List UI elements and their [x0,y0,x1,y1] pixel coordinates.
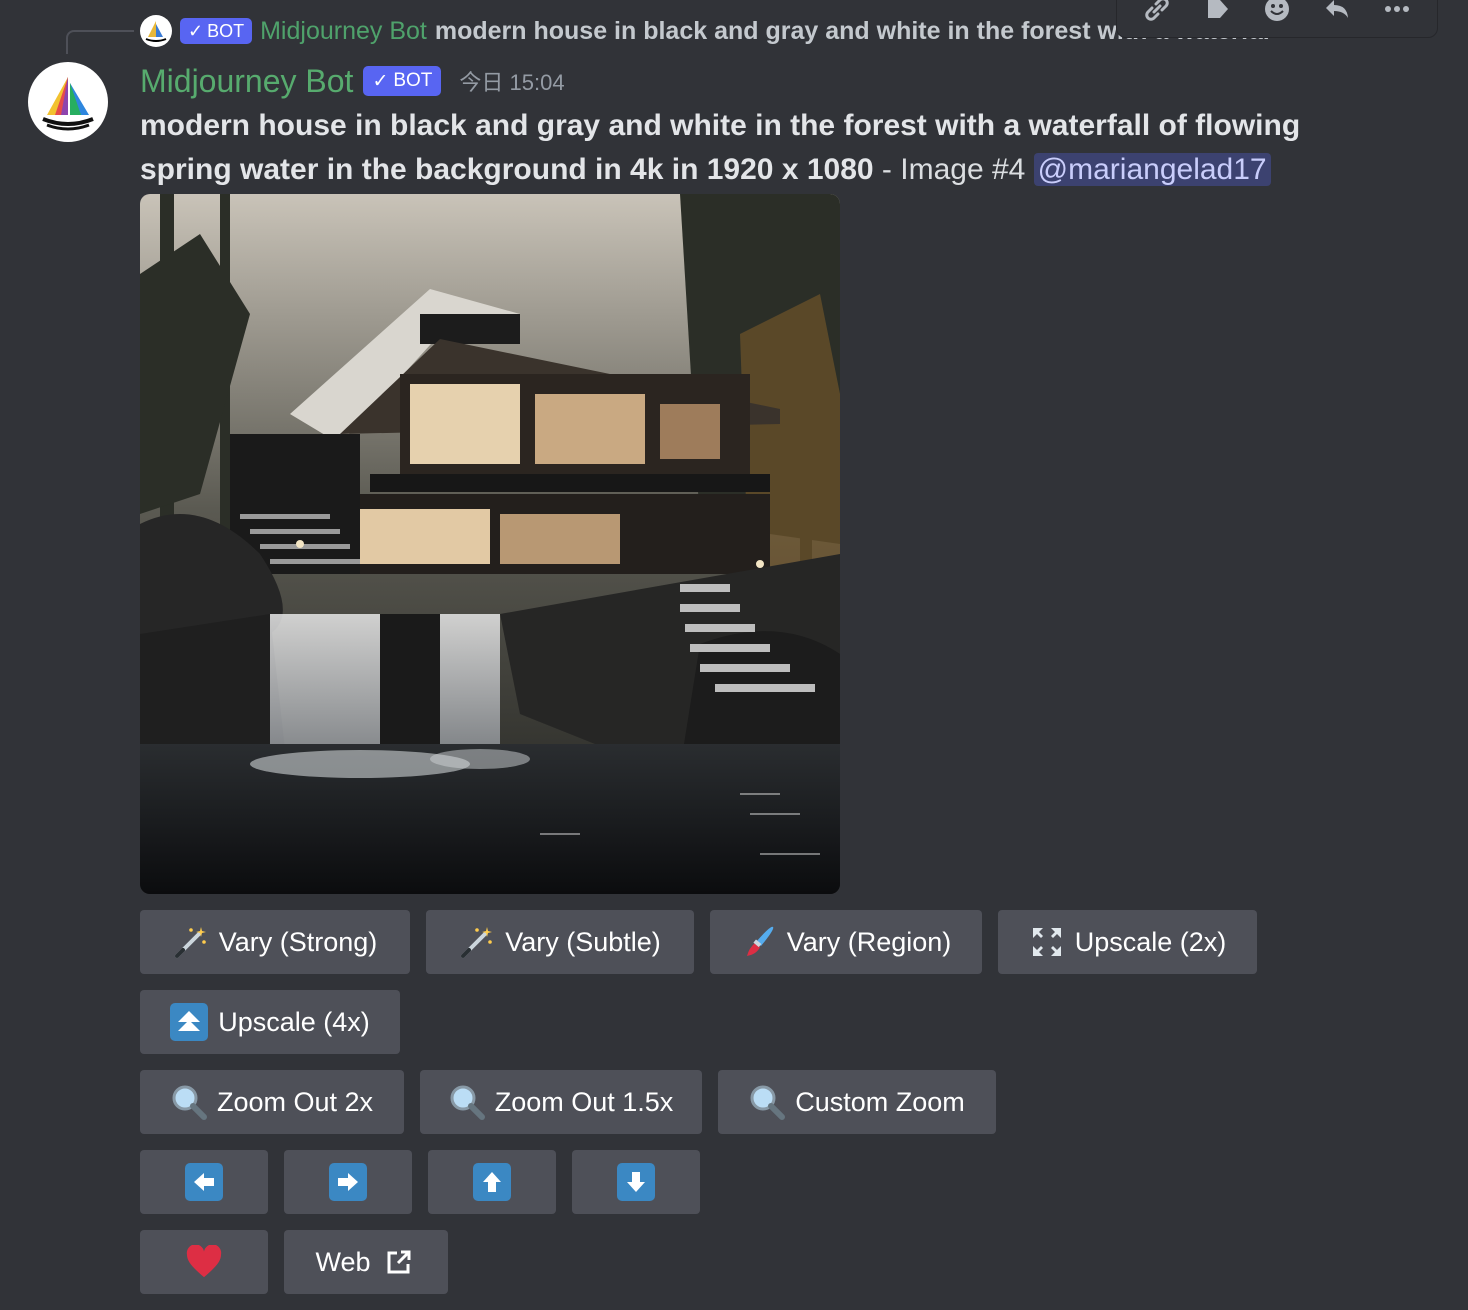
zoom-out-2x-label: Zoom Out 2x [216,1086,374,1117]
magic-wand-icon [173,924,209,960]
upscale-4x-label: Upscale (4x) [218,1006,370,1037]
message-content: modern house in black and gray and white… [140,104,1320,192]
user-mention[interactable]: @mariangelad17 [1033,153,1271,186]
author-avatar[interactable] [28,62,108,142]
bot-label: BOT [393,70,433,91]
magnifier-icon [449,1084,485,1120]
magic-wand-icon [459,924,495,960]
more-icon[interactable] [1377,0,1417,29]
custom-zoom-button[interactable]: Custom Zoom [718,1070,996,1134]
reply-connector [66,30,134,54]
left-arrow-icon [185,1163,223,1201]
bot-tag: ✓ BOT [363,66,442,96]
vary-subtle-button[interactable]: Vary (Subtle) [426,910,694,974]
timestamp[interactable]: 今日 15:04 [459,65,564,97]
reply-bot-tag: ✓ BOT [180,18,253,44]
vary-strong-label: Vary (Strong) [218,926,378,957]
magnifier-icon [749,1084,786,1120]
favorite-button[interactable] [140,1230,268,1294]
message-toolbar [1116,0,1438,38]
reply-author[interactable]: Midjourney Bot [260,17,427,46]
message-header: Midjourney Bot ✓ BOT 今日 15:04 [140,60,565,102]
zoom-out-1-5x-label: Zoom Out 1.5x [494,1086,674,1117]
upscale-4x-button[interactable]: Upscale (4x) [140,990,400,1054]
pan-right-button[interactable] [284,1150,412,1214]
up-arrow-icon [473,1163,511,1201]
paintbrush-icon [741,924,777,960]
expand-arrows-icon [1029,924,1065,960]
author-name[interactable]: Midjourney Bot [140,63,353,100]
down-arrow-icon [617,1163,655,1201]
external-link-icon [381,1244,417,1280]
zoom-out-1-5x-button[interactable]: Zoom Out 1.5x [420,1070,702,1134]
custom-zoom-label: Custom Zoom [795,1086,965,1117]
pan-up-button[interactable] [428,1150,556,1214]
reply-avatar [140,15,172,47]
pan-down-button[interactable] [572,1150,700,1214]
link-icon[interactable] [1137,0,1177,29]
reply-icon[interactable] [1317,0,1357,29]
double-up-arrow-icon [170,1003,209,1041]
pan-left-button[interactable] [140,1150,268,1214]
magnifier-icon [171,1084,207,1120]
vary-region-label: Vary (Region) [786,926,952,957]
web-label: Web [315,1246,371,1277]
vary-subtle-label: Vary (Subtle) [505,926,661,957]
tag-icon[interactable] [1197,0,1237,29]
upscale-2x-button[interactable]: Upscale (2x) [998,910,1257,974]
upscale-2x-label: Upscale (2x) [1074,926,1227,957]
generated-image[interactable] [140,194,840,894]
right-arrow-icon [329,1163,367,1201]
vary-strong-button[interactable]: Vary (Strong) [140,910,410,974]
emoji-icon[interactable] [1257,0,1297,29]
zoom-out-2x-button[interactable]: Zoom Out 2x [140,1070,404,1134]
image-index: - Image #4 [873,153,1034,186]
vary-region-button[interactable]: Vary (Region) [710,910,982,974]
heart-icon [186,1244,222,1280]
reply-bot-label: BOT [207,20,245,41]
web-link-button[interactable]: Web [284,1230,448,1294]
